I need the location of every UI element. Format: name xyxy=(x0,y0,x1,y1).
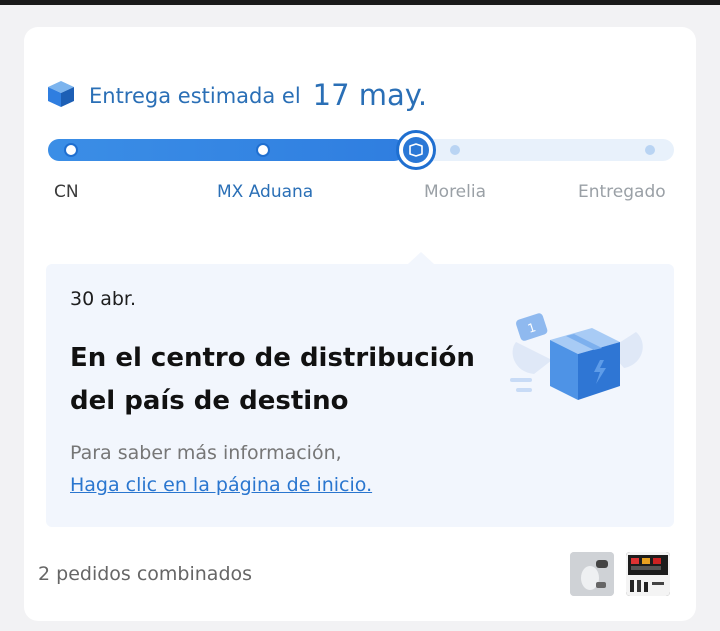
progress-fill xyxy=(48,139,405,161)
estimated-delivery-label: Entrega estimada el xyxy=(89,84,301,108)
panel-pointer xyxy=(408,252,434,264)
product-thumbnail[interactable] xyxy=(626,552,670,596)
combined-orders-text: 2 pedidos combinados xyxy=(38,563,253,585)
stage-dot-morelia xyxy=(450,145,460,155)
event-info: Para saber más información, xyxy=(70,442,342,464)
stage-current-marker xyxy=(396,130,436,170)
estimated-delivery: Entrega estimada el 17 may. xyxy=(46,75,428,112)
package-in-transit-icon xyxy=(409,143,423,157)
top-bar xyxy=(0,0,720,5)
stage-label-morelia: Morelia xyxy=(424,182,487,202)
stage-dot-mx-aduana xyxy=(256,143,270,157)
estimated-delivery-date: 17 may. xyxy=(312,78,428,112)
stage-label-mx-aduana: MX Aduana xyxy=(217,182,314,202)
event-date: 30 abr. xyxy=(70,288,137,310)
stage-dot-entregado xyxy=(645,145,655,155)
delivery-box-illustration: 1 xyxy=(510,313,643,400)
product-image-icon xyxy=(626,552,670,596)
product-image-icon xyxy=(570,552,614,596)
shipment-card: Entrega estimada el 17 may. CN MX Aduana… xyxy=(24,27,696,621)
tracking-event-panel: 30 abr. En el centro de distribución del… xyxy=(46,252,674,527)
product-thumbnail[interactable] xyxy=(570,552,614,596)
stage-label-entregado: Entregado xyxy=(578,182,666,202)
stage-label-cn: CN xyxy=(54,182,79,202)
home-page-link[interactable]: Haga clic en la página de inicio. xyxy=(70,474,372,496)
event-title: En el centro de distribución del país de… xyxy=(70,343,475,416)
stage-dot-cn xyxy=(64,143,78,157)
progress-track xyxy=(48,130,674,170)
package-icon xyxy=(48,81,74,107)
